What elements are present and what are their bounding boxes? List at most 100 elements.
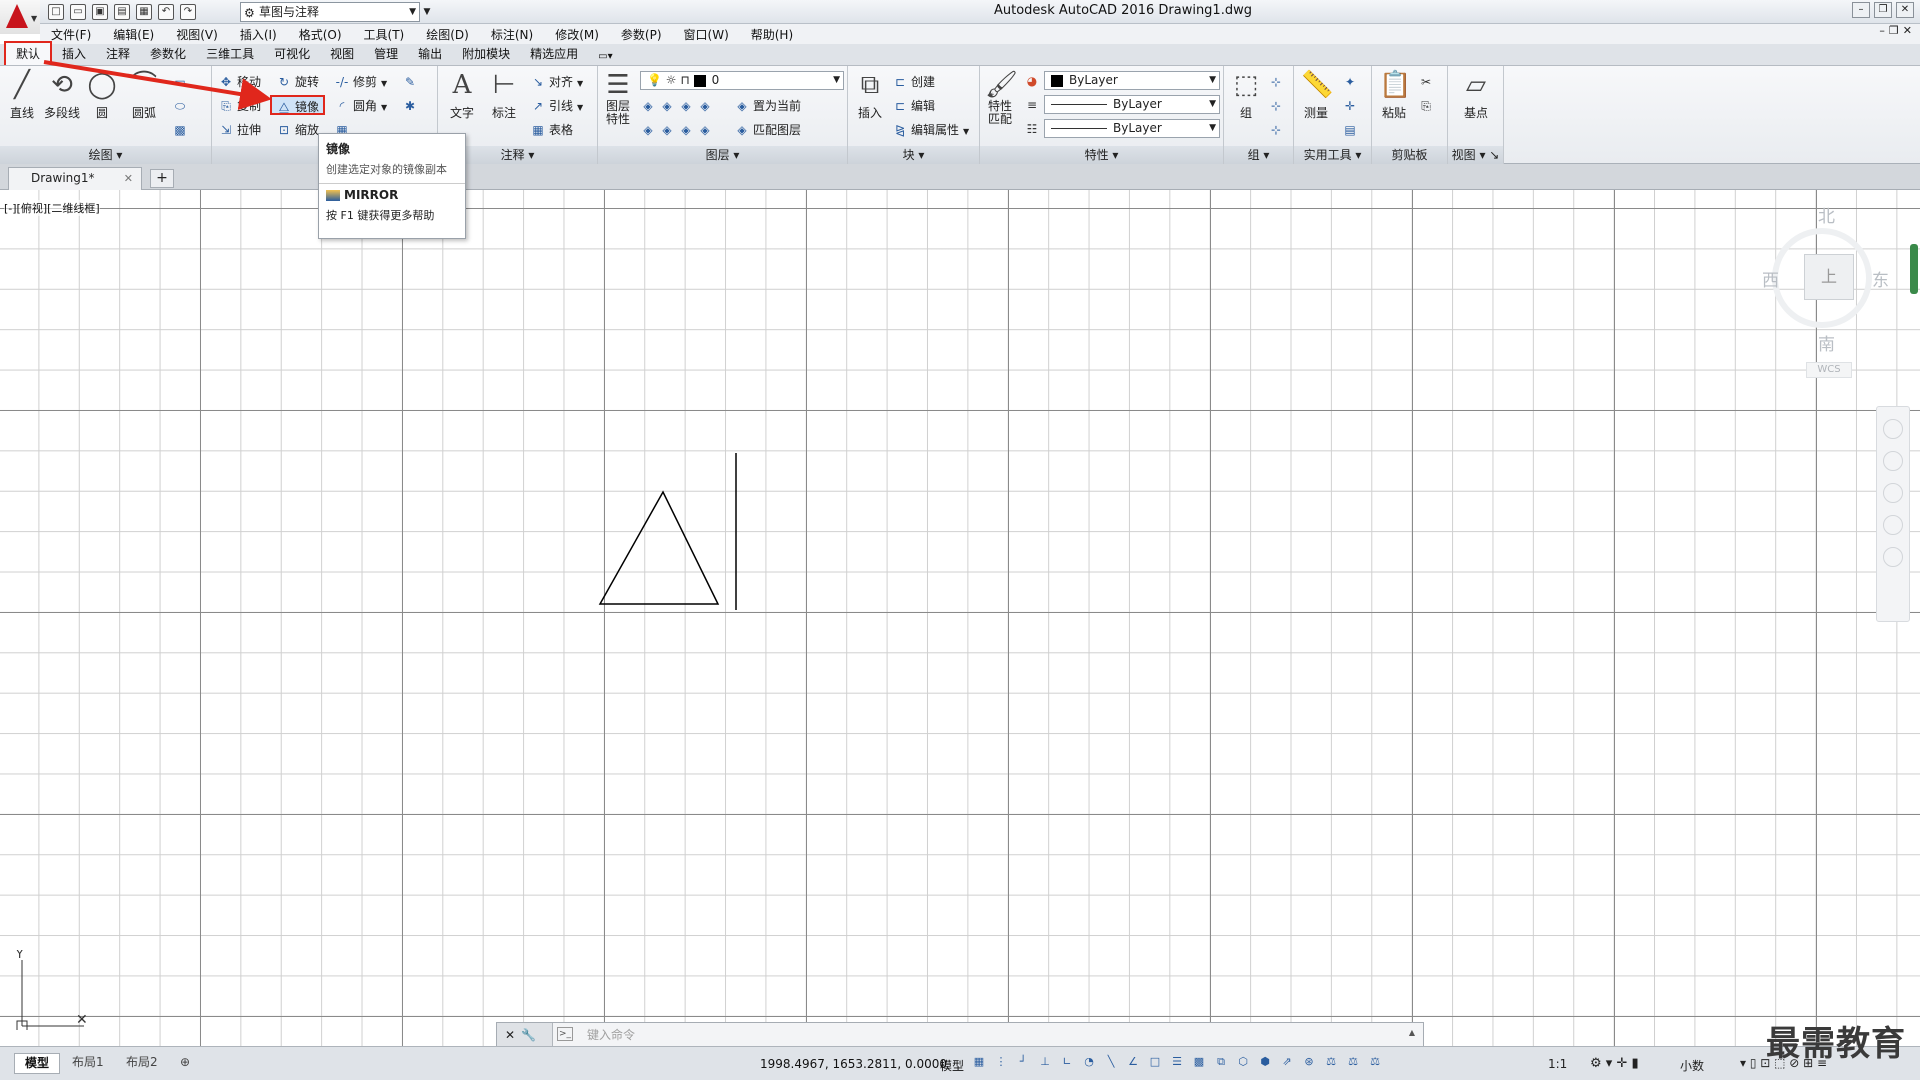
workspace-selector[interactable]: ⚙ 草图与注释 ▼: [240, 2, 420, 22]
panel-clipboard-title[interactable]: 剪贴板: [1372, 146, 1447, 164]
wcs-menu[interactable]: WCS: [1806, 362, 1852, 378]
selection-cycling-icon[interactable]: ⧉: [1214, 1055, 1228, 1069]
panel-utilities-title[interactable]: 实用工具 ▾: [1294, 146, 1371, 164]
object-snap-icon[interactable]: □: [1148, 1055, 1162, 1069]
circle-tool[interactable]: ◯ 圆: [82, 70, 122, 121]
fillet-button[interactable]: ◜ 圆角 ▼: [334, 96, 388, 116]
close-button[interactable]: ✕: [1896, 2, 1914, 18]
tab-view[interactable]: 视图: [320, 43, 364, 65]
tab-3d-tools[interactable]: 三维工具: [196, 43, 264, 65]
right-edge-handle[interactable]: [1910, 244, 1918, 294]
tab-manage[interactable]: 管理: [364, 43, 408, 65]
move-button[interactable]: ✥ 移动: [218, 72, 261, 92]
explode-button[interactable]: ✱: [402, 96, 421, 116]
polar-icon[interactable]: ◔: [1082, 1055, 1096, 1069]
menu-format[interactable]: 格式(O): [288, 26, 353, 43]
compass-north[interactable]: 北: [1818, 202, 1835, 227]
stretch-button[interactable]: ⇲ 拉伸: [218, 120, 261, 140]
scale-button[interactable]: ⊡ 缩放: [276, 120, 319, 140]
grid-icon[interactable]: ▦: [972, 1055, 986, 1069]
pan-icon[interactable]: [1883, 451, 1903, 471]
annotation-scale-icon[interactable]: ⚖: [1368, 1055, 1382, 1069]
tab-insert[interactable]: 插入: [52, 43, 96, 65]
hatch-tool[interactable]: ▩: [172, 120, 191, 140]
document-window-controls[interactable]: –❐✕: [1879, 24, 1916, 37]
tab-featured-apps[interactable]: 精选应用: [520, 43, 588, 65]
group-tool[interactable]: ⬚ 组: [1226, 70, 1266, 121]
dynamic-input-icon[interactable]: ⊥: [1038, 1055, 1052, 1069]
dynamic-ucs-icon[interactable]: ⬢: [1258, 1055, 1272, 1069]
infer-icon[interactable]: ┘: [1016, 1055, 1030, 1069]
create-block-button[interactable]: ⊏ 创建: [892, 72, 935, 92]
print-icon[interactable]: ▦: [136, 4, 152, 20]
menu-edit[interactable]: 编辑(E): [102, 26, 165, 43]
line-tool[interactable]: ╱ 直线: [2, 70, 42, 121]
model-space-button[interactable]: 模型: [940, 1057, 964, 1074]
compass-west[interactable]: 西: [1762, 266, 1779, 291]
application-menu-button[interactable]: ▼: [0, 0, 40, 34]
3d-osnap-icon[interactable]: ⬡: [1236, 1055, 1250, 1069]
file-tab-drawing1[interactable]: Drawing1* ✕: [8, 167, 142, 190]
point-button[interactable]: ✛: [1342, 96, 1361, 116]
leader-button[interactable]: ↗ 引线 ▼: [530, 96, 583, 116]
panel-layers-title[interactable]: 图层 ▾: [598, 146, 847, 164]
open-folder-icon[interactable]: ▭: [70, 4, 86, 20]
rectangle-tool[interactable]: ▭: [172, 72, 191, 92]
set-current-button[interactable]: ◈ 置为当前: [734, 96, 801, 116]
menu-help[interactable]: 帮助(H): [740, 26, 804, 43]
showmotion-icon[interactable]: [1883, 547, 1903, 567]
polyline-tool[interactable]: ⟲ 多段线: [42, 70, 82, 121]
align-button[interactable]: ↘ 对齐 ▼: [530, 72, 583, 92]
paste-tool[interactable]: 📋 粘贴: [1374, 70, 1414, 121]
copy-clip-button[interactable]: ⎘: [1418, 96, 1437, 116]
gizmo-icon[interactable]: ⊛: [1302, 1055, 1316, 1069]
panel-draw-title[interactable]: 绘图 ▾: [0, 146, 211, 164]
copy-button[interactable]: ⎘ 复制: [218, 96, 261, 116]
annotation-visibility-icon[interactable]: ⚖: [1324, 1055, 1338, 1069]
table-button[interactable]: ▦ 表格: [530, 120, 573, 140]
panel-block-title[interactable]: 块 ▾: [848, 146, 979, 164]
snap-icon[interactable]: ⋮: [994, 1055, 1008, 1069]
menu-tools[interactable]: 工具(T): [353, 26, 416, 43]
tab-addins[interactable]: 附加模块: [452, 43, 520, 65]
menu-insert[interactable]: 插入(I): [229, 26, 288, 43]
menu-view[interactable]: 视图(V): [165, 26, 229, 43]
base-view-tool[interactable]: ▱ 基点: [1456, 70, 1496, 121]
menu-modify[interactable]: 修改(M): [544, 26, 610, 43]
ortho-icon[interactable]: ∟: [1060, 1055, 1074, 1069]
lineweight-dropdown[interactable]: ByLayer ▼: [1044, 119, 1220, 138]
match-properties-tool[interactable]: 🖌 特性 匹配: [980, 70, 1020, 126]
viewcube[interactable]: 北 南 东 西 上 WCS: [1760, 198, 1890, 398]
isodraft-icon[interactable]: ╲: [1104, 1055, 1118, 1069]
mirror-button[interactable]: ⧋ 镜像: [270, 95, 326, 115]
quick-select-button[interactable]: ✦: [1342, 72, 1361, 92]
menu-window[interactable]: 窗口(W): [673, 26, 740, 43]
lineweight-display-icon[interactable]: ☰: [1170, 1055, 1184, 1069]
linetype-dropdown[interactable]: ByLayer ▼: [1044, 95, 1220, 114]
ungroup-button[interactable]: ⊹: [1268, 72, 1287, 92]
command-prompt-icon[interactable]: >_: [557, 1027, 573, 1041]
layout-tab-model[interactable]: 模型: [14, 1053, 61, 1074]
tab-parametric[interactable]: 参数化: [140, 43, 196, 65]
undo-icon[interactable]: ↶: [158, 4, 174, 20]
minimize-button[interactable]: –: [1852, 2, 1870, 18]
compass-south[interactable]: 南: [1818, 330, 1835, 355]
color-dropdown[interactable]: ByLayer ▼: [1044, 71, 1220, 90]
ribbon-minimize-toggle[interactable]: ▭▾: [588, 49, 622, 65]
edit-attributes-button[interactable]: ⧎ 编辑属性 ▼: [892, 120, 969, 140]
layout-tab-1[interactable]: 布局1: [62, 1053, 114, 1074]
restore-button[interactable]: ❐: [1874, 2, 1892, 18]
layer-tools-row-2[interactable]: ◈ ◈ ◈ ◈: [640, 120, 716, 140]
new-tab-button[interactable]: +: [150, 169, 174, 188]
auto-scale-icon[interactable]: ⚖: [1346, 1055, 1360, 1069]
tab-annotate[interactable]: 注释: [96, 43, 140, 65]
menu-file[interactable]: 文件(F): [40, 26, 102, 43]
arc-tool[interactable]: ⌒ 圆弧: [124, 70, 164, 121]
coordinates-readout[interactable]: 1998.4967, 1653.2811, 0.0000: [760, 1057, 947, 1071]
menu-draw[interactable]: 绘图(D): [415, 26, 480, 43]
panel-groups-title[interactable]: 组 ▾: [1224, 146, 1293, 164]
add-layout-button[interactable]: ⊕: [170, 1053, 200, 1074]
edit-block-button[interactable]: ⊏ 编辑: [892, 96, 935, 116]
tab-home[interactable]: 默认: [4, 41, 53, 65]
object-snap-tracking-icon[interactable]: ∠: [1126, 1055, 1140, 1069]
